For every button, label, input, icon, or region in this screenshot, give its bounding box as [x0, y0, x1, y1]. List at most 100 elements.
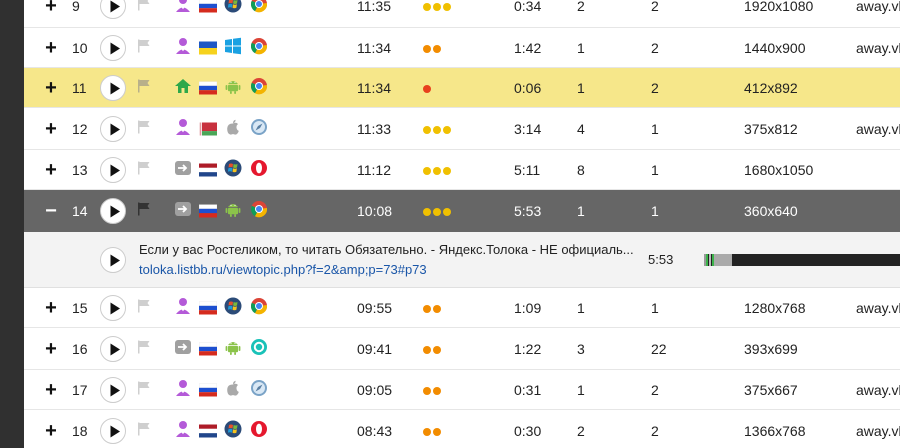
engagement-dot [433, 44, 441, 53]
pageviews-count: 2 [577, 422, 585, 439]
play-recording-button[interactable] [100, 0, 126, 19]
depth-count: 2 [651, 79, 659, 96]
expand-button[interactable]: + [44, 339, 58, 359]
timeline-bar[interactable] [704, 254, 900, 266]
depth-count: 1 [651, 202, 659, 219]
play-recording-button[interactable] [100, 294, 126, 321]
arrow-icon [174, 159, 192, 181]
play-icon [110, 425, 120, 437]
visit-row[interactable]: +11 11:34 0:06 1 2 412x892 [24, 68, 900, 108]
engagement-dot [433, 2, 441, 11]
flag-icon[interactable] [137, 298, 151, 317]
visit-duration: 0:34 [514, 0, 542, 14]
flag-icon[interactable] [137, 38, 151, 57]
flag-icon[interactable] [137, 0, 151, 15]
referrer-link[interactable]: away.vk [856, 381, 900, 399]
play-icon [110, 164, 120, 176]
referrer-link[interactable]: away.vk [856, 299, 900, 317]
flag-icon[interactable] [137, 78, 151, 97]
pageviews-count: 1 [577, 202, 585, 219]
referrer-link[interactable]: away.vk [856, 39, 900, 57]
pageviews-count: 2 [577, 0, 585, 14]
apple-icon [224, 379, 242, 401]
chrome-icon [250, 0, 268, 17]
visit-duration: 1:22 [514, 340, 542, 357]
visit-row[interactable]: +10 11:34 1:42 1 2 1440x900 away.vk [24, 28, 900, 68]
browser-circle-icon [250, 338, 268, 360]
android-icon [224, 77, 242, 99]
play-recording-button[interactable] [100, 197, 126, 224]
flag-icon[interactable] [137, 201, 151, 220]
arrow-icon [174, 338, 192, 360]
expand-button[interactable]: + [44, 160, 58, 180]
pageviews-count: 1 [577, 79, 585, 96]
engagement-dot [443, 207, 451, 216]
engagement-dots [423, 79, 433, 97]
visit-row[interactable]: −14 10:08 5:53 1 1 360x640 [24, 190, 900, 232]
visit-time: 08:43 [357, 422, 393, 439]
play-page-button[interactable] [100, 246, 126, 273]
expand-button[interactable]: + [44, 0, 58, 16]
referrer-link[interactable]: away.vk [856, 422, 900, 440]
timeline-segment [714, 254, 732, 266]
referrer-link[interactable]: away.vk [856, 120, 900, 138]
apple-icon [224, 118, 242, 140]
person-icon [174, 118, 192, 140]
expand-button[interactable]: + [44, 380, 58, 400]
engagement-dot [423, 345, 431, 354]
visit-row[interactable]: +18 08:43 0:30 2 2 1366x768 away.vk [24, 410, 900, 448]
play-recording-button[interactable] [100, 376, 126, 403]
play-icon [110, 0, 120, 12]
play-recording-button[interactable] [100, 417, 126, 444]
visits-table: +911:350:34221920x1080away.vk+1011:341:4… [24, 0, 900, 448]
engagement-dots [423, 161, 453, 179]
flag-icon[interactable] [137, 421, 151, 440]
engagement-dot [433, 345, 441, 354]
person-icon [174, 37, 192, 59]
ua-flag [199, 41, 217, 54]
depth-count: 1 [651, 120, 659, 137]
expand-button[interactable]: + [44, 298, 58, 318]
visit-row[interactable]: +16 09:41 1:22 3 22 393x699 [24, 328, 900, 370]
expand-button[interactable]: + [44, 119, 58, 139]
play-recording-button[interactable] [100, 335, 126, 362]
visit-row[interactable]: +13 11:12 5:11 8 1 1680x1050 [24, 150, 900, 190]
play-recording-button[interactable] [100, 34, 126, 61]
timeline-segment [706, 254, 708, 266]
pageviews-count: 3 [577, 340, 585, 357]
visit-duration: 1:09 [514, 299, 542, 316]
screen-resolution: 1366x768 [744, 422, 806, 439]
safari-icon [250, 118, 268, 140]
play-recording-button[interactable] [100, 74, 126, 101]
play-recording-button[interactable] [100, 156, 126, 183]
collapse-button[interactable]: − [44, 201, 58, 221]
chrome-icon [250, 297, 268, 319]
visit-number: 10 [72, 39, 88, 56]
visit-duration: 3:14 [514, 120, 542, 137]
expand-button[interactable]: + [44, 38, 58, 58]
visit-row[interactable]: +12 11:33 3:14 4 1 375x812 away.vk [24, 108, 900, 150]
flag-icon[interactable] [137, 119, 151, 138]
play-recording-button[interactable] [100, 115, 126, 142]
engagement-dots [423, 39, 443, 57]
visit-row[interactable]: +15 09:55 1:09 1 1 1280x768 away.vk [24, 288, 900, 328]
page-duration: 5:53 [648, 252, 674, 267]
visit-duration: 5:53 [514, 202, 542, 219]
visit-number: 12 [72, 120, 88, 137]
referrer-link[interactable]: away.vk [856, 0, 900, 15]
flag-icon[interactable] [137, 160, 151, 179]
engagement-dot [443, 125, 451, 134]
flag-icon[interactable] [137, 380, 151, 399]
expand-button[interactable]: + [44, 78, 58, 98]
visit-duration: 0:31 [514, 381, 542, 398]
expand-button[interactable]: + [44, 421, 58, 441]
page-url-link[interactable]: toloka.listbb.ru/viewtopic.php?f=2&amp;p… [139, 262, 427, 277]
visit-number: 18 [72, 422, 88, 439]
visit-row[interactable]: +9 11:35 0:34 2 2 1920x1080 away.vk [24, 0, 900, 28]
flag-icon[interactable] [137, 339, 151, 358]
visit-row[interactable]: +17 09:05 0:31 1 2 375x667 away.vk [24, 370, 900, 410]
pageviews-count: 4 [577, 120, 585, 137]
page-title: Если у вас Ростеликом, то читать Обязате… [139, 242, 634, 257]
android-icon [224, 200, 242, 222]
engagement-dot [433, 207, 441, 216]
